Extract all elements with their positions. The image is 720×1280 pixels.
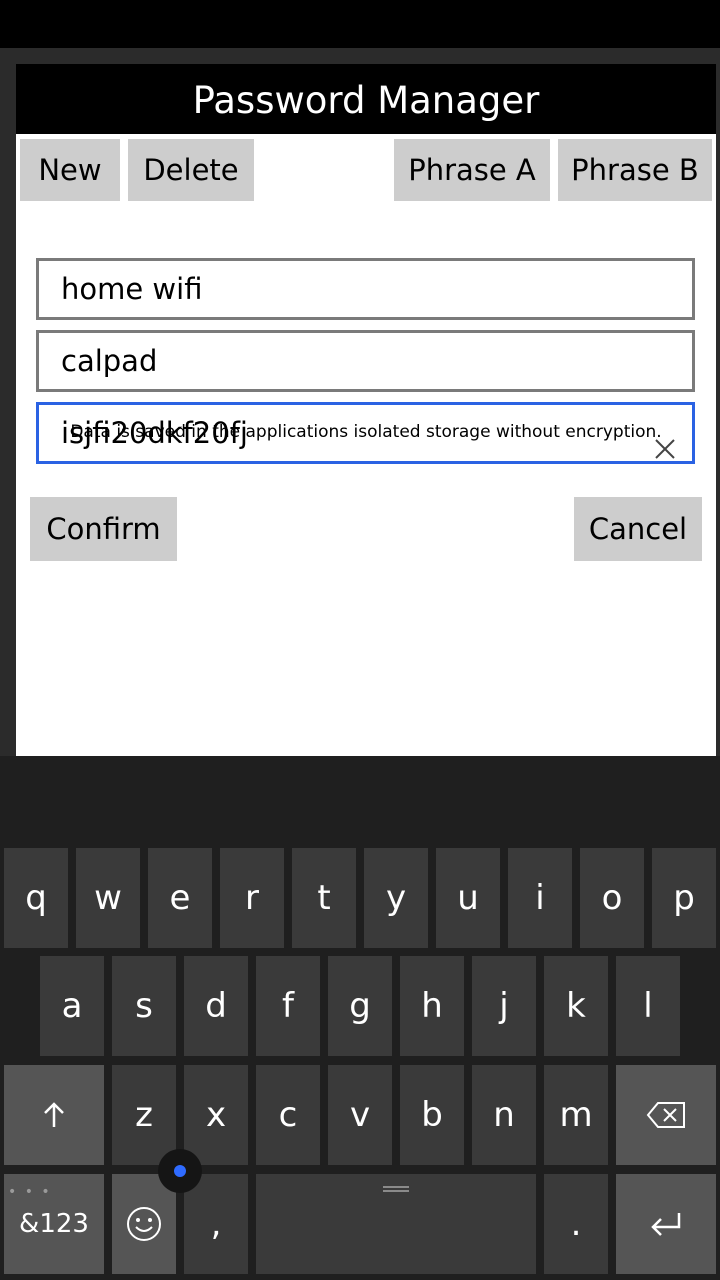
key-v[interactable]: v — [328, 1065, 392, 1165]
period-key[interactable]: . — [544, 1174, 608, 1274]
space-handle-icon — [383, 1186, 409, 1192]
key-w[interactable]: w — [76, 848, 140, 948]
key-u[interactable]: u — [436, 848, 500, 948]
name-field[interactable]: home wifi — [36, 258, 695, 320]
status-bar — [0, 0, 720, 48]
backspace-key[interactable] — [616, 1065, 716, 1165]
comma-key[interactable]: , — [184, 1174, 248, 1274]
cursor-control[interactable] — [158, 1149, 202, 1193]
key-z[interactable]: z — [112, 1065, 176, 1165]
enter-key[interactable] — [616, 1174, 716, 1274]
backspace-icon — [646, 1102, 685, 1128]
key-h[interactable]: h — [400, 956, 464, 1056]
user-field[interactable]: calpad — [36, 330, 695, 392]
key-i[interactable]: i — [508, 848, 572, 948]
app-window: Password Manager New Delete Phrase A Phr… — [16, 64, 716, 756]
key-b[interactable]: b — [400, 1065, 464, 1165]
shift-key[interactable] — [4, 1065, 104, 1165]
phrase-a-button[interactable]: Phrase A — [394, 139, 550, 201]
cursor-dot-icon — [174, 1165, 186, 1177]
cancel-button[interactable]: Cancel — [574, 497, 702, 561]
key-d[interactable]: d — [184, 956, 248, 1056]
key-s[interactable]: s — [112, 956, 176, 1056]
key-g[interactable]: g — [328, 956, 392, 1056]
key-k[interactable]: k — [544, 956, 608, 1056]
key-r[interactable]: r — [220, 848, 284, 948]
shift-arrow-icon — [44, 1102, 64, 1127]
app-title: Password Manager — [16, 64, 716, 134]
key-j[interactable]: j — [472, 956, 536, 1056]
key-c[interactable]: c — [256, 1065, 320, 1165]
on-screen-keyboard: q w e r t y u i o p a s d f g h j k l z … — [0, 756, 720, 1280]
storage-note: Data is saved in the applications isolat… — [70, 422, 662, 442]
key-t[interactable]: t — [292, 848, 356, 948]
key-a[interactable]: a — [40, 956, 104, 1056]
confirm-button[interactable]: Confirm — [30, 497, 177, 561]
key-e[interactable]: e — [148, 848, 212, 948]
delete-button[interactable]: Delete — [128, 139, 254, 201]
new-button[interactable]: New — [20, 139, 120, 201]
keyboard-dots: • • • — [8, 1184, 52, 1200]
app-frame: Password Manager New Delete Phrase A Phr… — [0, 48, 720, 756]
key-n[interactable]: n — [472, 1065, 536, 1165]
name-field-value: home wifi — [61, 272, 203, 306]
enter-icon — [651, 1213, 681, 1236]
phrase-b-button[interactable]: Phrase B — [558, 139, 712, 201]
key-f[interactable]: f — [256, 956, 320, 1056]
key-y[interactable]: y — [364, 848, 428, 948]
key-p[interactable]: p — [652, 848, 716, 948]
key-q[interactable]: q — [4, 848, 68, 948]
smiley-icon — [127, 1207, 161, 1241]
key-x[interactable]: x — [184, 1065, 248, 1165]
key-o[interactable]: o — [580, 848, 644, 948]
key-m[interactable]: m — [544, 1065, 608, 1165]
key-l[interactable]: l — [616, 956, 680, 1056]
user-field-value: calpad — [61, 344, 158, 378]
